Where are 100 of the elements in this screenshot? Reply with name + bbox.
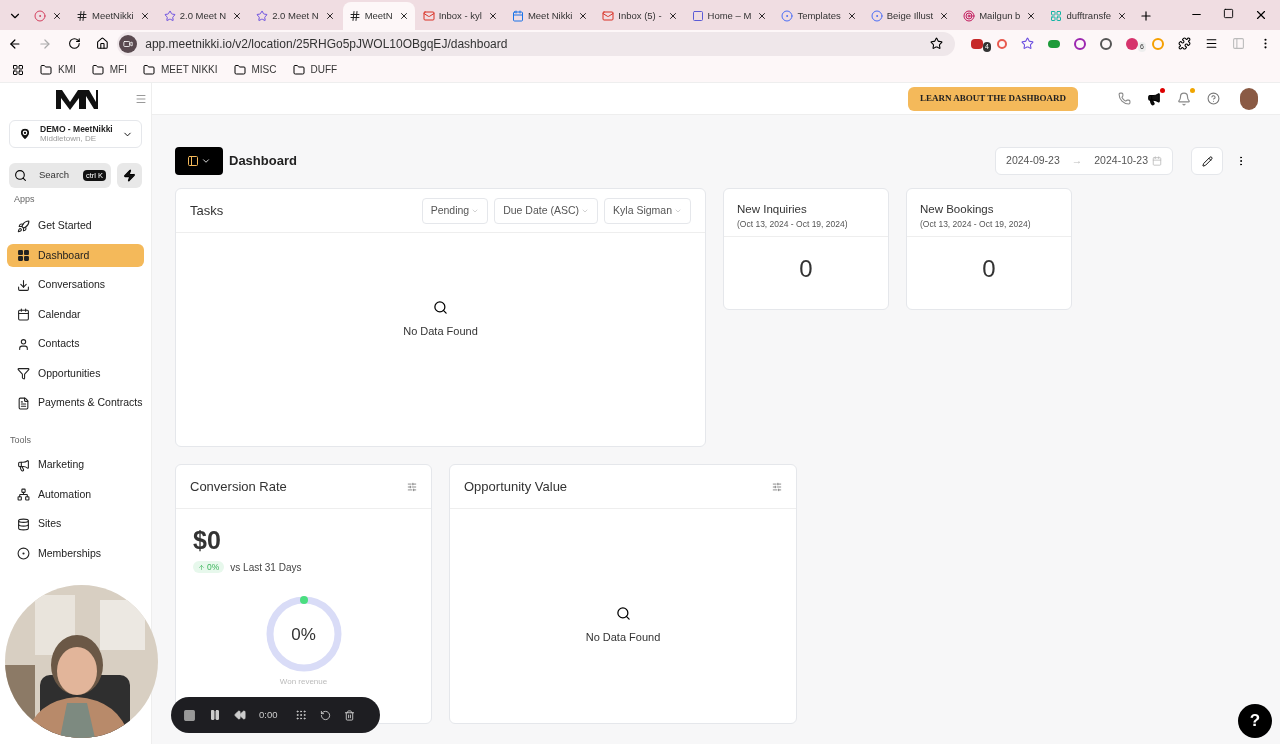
bookmark-star-icon[interactable] [930,37,943,50]
folder-icon[interactable] [233,63,246,76]
stat-range: (Oct 13, 2024 - Oct 19, 2024) [737,218,849,231]
learn-dashboard-button[interactable]: LEARN ABOUT THE DASHBOARD [908,86,1078,111]
bookmark-folder[interactable]: MEET NIKKI [161,62,218,77]
browser-tab[interactable]: Templates [775,2,863,30]
extension-icon[interactable] [1126,37,1138,50]
search-icon [615,606,631,622]
announcement-icon[interactable] [1147,91,1161,106]
close-icon[interactable] [578,11,589,21]
date-range-picker[interactable]: 2024-09-23 → 2024-10-23 [995,147,1173,175]
browser-tab[interactable]: dufftransfe [1044,2,1134,30]
folder-icon[interactable] [40,63,52,76]
tab-title: Mailgun b [979,8,1021,23]
extension-icon[interactable] [1048,39,1060,48]
close-icon[interactable] [487,11,498,21]
reload-icon[interactable] [67,37,81,50]
layout-switcher-button[interactable] [175,147,223,175]
browser-tab[interactable]: Beige Illust [864,2,956,30]
restart-icon[interactable] [319,709,331,721]
extension-icon[interactable] [997,38,1007,49]
browser-tab[interactable]: Mailgun b [957,2,1043,30]
pause-icon[interactable] [209,709,221,721]
edit-button[interactable] [1191,147,1223,175]
settings-icon[interactable] [772,481,782,492]
folder-icon[interactable] [91,63,104,76]
bookmark-folder[interactable]: MISC [251,62,277,77]
close-icon[interactable] [139,11,150,21]
page-title: Dashboard [229,152,297,171]
address-bar[interactable]: app.meetnikki.io/v2/location/25RHGo5pJWOL10OBgqEJ/dashboard [117,31,955,56]
bookmark-folder[interactable]: DUFF [310,62,338,77]
restore-icon[interactable] [1223,8,1234,19]
extensions-icon[interactable] [1178,37,1191,50]
close-icon[interactable] [324,11,335,21]
close-icon[interactable] [667,11,678,21]
grid-icon[interactable] [294,709,307,721]
phone-icon[interactable] [1118,92,1131,105]
site-info-icon[interactable] [119,34,138,53]
new-tab-icon[interactable] [1139,9,1154,23]
close-icon[interactable] [1117,11,1128,21]
nav-item[interactable]: Opportunities [38,365,101,382]
home-icon[interactable] [96,37,110,50]
nav-item[interactable]: Get Started [38,218,92,234]
collapse-menu-icon[interactable] [135,93,147,105]
tab-title: dufftransfe [1066,8,1112,23]
browser-tab[interactable]: Inbox - kyl [416,2,504,30]
browser-tab[interactable]: Inbox (5) - [596,2,684,30]
nav-item[interactable]: Marketing [38,457,85,473]
folder-icon[interactable] [143,63,155,76]
settings-icon[interactable] [407,481,417,492]
back-icon[interactable] [8,36,22,51]
tab-title: Meet Nikki [527,8,573,23]
help-button[interactable]: ? [1238,704,1272,738]
tab-title: MeetN [364,8,393,23]
filter-dropdown[interactable]: Kyla Sigman [604,197,691,224]
nav-item[interactable]: Automation [38,486,92,503]
start-date: 2024-09-23 [1006,153,1060,169]
quick-actions-button[interactable] [117,163,142,188]
extension-icon[interactable] [1100,37,1112,50]
browser-tab[interactable]: Meet Nikki [505,2,595,30]
filter-dropdown[interactable]: Due Date (ASC) [494,197,599,224]
user-icon [17,337,30,351]
nav-item[interactable]: Contacts [38,336,80,352]
browser-tab[interactable]: MeetN [342,2,415,30]
close-icon[interactable] [232,11,243,21]
nav-item[interactable]: Memberships [38,545,102,562]
stat-range: (Oct 13, 2024 - Oct 19, 2024) [920,218,1032,231]
browser-tab[interactable]: Home – M [685,2,774,30]
account-switcher[interactable]: DEMO - MeetNikki Middletown, DE [9,120,142,148]
stop-icon[interactable] [183,708,196,722]
section-heading: Apps [14,193,36,206]
close-icon[interactable] [757,11,768,21]
folder-icon[interactable] [292,63,305,76]
close-icon[interactable] [1026,11,1037,21]
bookmark-folder[interactable]: KMI [58,62,76,77]
bookmark-folder[interactable]: MFI [109,62,127,77]
close-icon[interactable] [52,11,62,21]
close-icon[interactable] [398,11,409,21]
nav-item[interactable]: Conversations [38,277,106,293]
bell-icon[interactable] [1177,91,1191,106]
close-icon[interactable] [846,11,857,21]
extension-icon[interactable] [1074,37,1086,50]
delete-icon[interactable] [343,709,355,721]
browser-tab[interactable]: 2.0 Meet N [157,2,249,30]
extension-icon[interactable] [971,38,983,49]
close-icon[interactable] [939,11,950,21]
browser-tab[interactable]: 2.0 Meet N [250,2,341,30]
nav-item[interactable]: Payments & Contracts [38,395,143,411]
rewind-icon[interactable] [234,709,246,721]
user-avatar[interactable] [1240,87,1258,110]
section-heading: Tools [10,434,32,447]
help-icon[interactable] [1207,92,1220,105]
close-icon[interactable] [1254,8,1268,22]
nav-item[interactable]: Calendar [38,306,81,323]
apps-icon[interactable] [12,63,24,76]
extension-icon[interactable] [1021,37,1034,50]
tab-title: Templates [797,8,841,23]
nav-item[interactable]: Sites [38,516,62,532]
browser-tab[interactable]: MeetNikki [70,2,156,30]
filter-dropdown[interactable]: Pending [421,197,489,224]
